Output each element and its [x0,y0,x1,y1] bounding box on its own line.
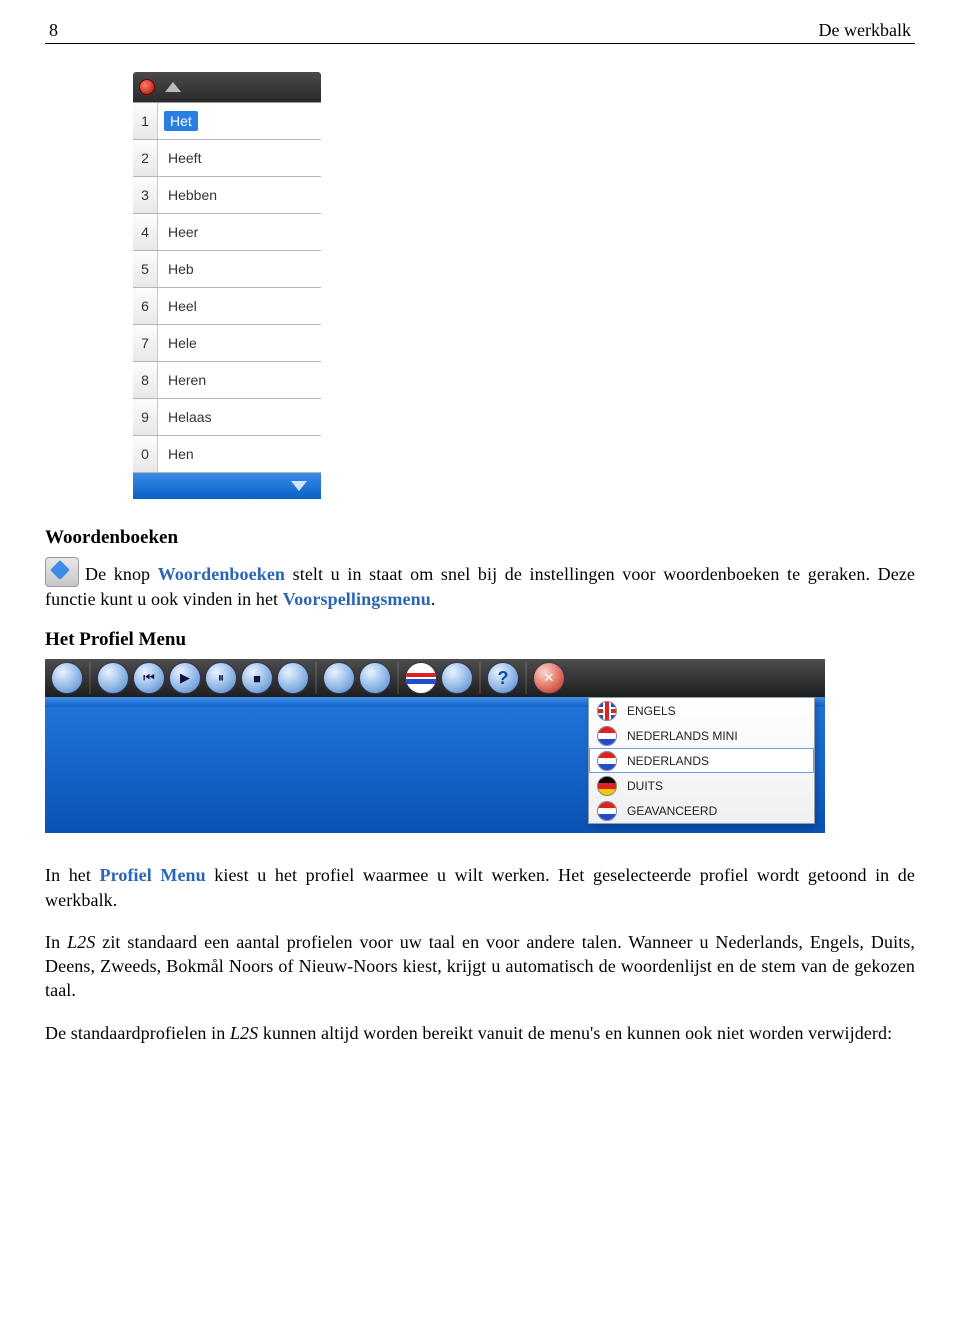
toolbar-button-close[interactable]: ✕ [533,662,565,694]
header-divider [45,43,915,44]
wordlist-row[interactable]: 9Helaas [133,399,321,436]
text: kunnen altijd worden bereikt vanuit de m… [258,1023,892,1043]
wordlist-number: 6 [133,288,158,324]
page-content: 8 De werkbalk 1Het2Heeft3Hebben4Heer5Heb… [0,0,960,1103]
wordlist-titlebar [133,72,321,102]
wordlist-word: Heren [158,362,321,398]
wordlist-rows: 1Het2Heeft3Hebben4Heer5Heb6Heel7Hele8Her… [133,102,321,473]
wordlist-number: 7 [133,325,158,361]
toolbar-divider [315,662,317,694]
text: In het [45,865,100,885]
profile-menu-item[interactable]: DUITS [589,773,814,798]
profile-menu-label: NEDERLANDS [627,754,709,768]
product-name: L2S [230,1023,258,1043]
profile-menu-label: NEDERLANDS MINI [627,729,738,743]
toolbar-button-prev[interactable]: ⏮ [133,662,165,694]
toolbar-button-power[interactable] [359,662,391,694]
wordlist-number: 4 [133,214,158,250]
flag-icon [597,801,617,821]
toolbar-button-settings[interactable] [441,662,473,694]
toolbar-button-stop[interactable]: ■ [241,662,273,694]
page-header: 8 De werkbalk [45,20,915,43]
paragraph-profiel-1: In het Profiel Menu kiest u het profiel … [45,863,915,912]
toolbar-divider [479,662,481,694]
toolbar-button-screen[interactable] [323,662,355,694]
wordlist-row[interactable]: 4Heer [133,214,321,251]
wordlist-word: Heel [158,288,321,324]
flag-icon [597,776,617,796]
toolbar-button-1[interactable] [51,662,83,694]
wordlist-word: Hen [158,436,321,472]
link-woordenboeken[interactable]: Woordenboeken [158,564,285,584]
paragraph-profiel-2: In L2S zit standaard een aantal profiele… [45,930,915,1003]
toolbar-divider [89,662,91,694]
link-voorspellingsmenu[interactable]: Voorspellingsmenu [283,589,431,609]
profile-menu-label: GEAVANCEERD [627,804,717,818]
text: De knop [85,564,158,584]
wordlist-row[interactable]: 8Heren [133,362,321,399]
word-prediction-screenshot: 1Het2Heeft3Hebben4Heer5Heb6Heel7Hele8Her… [133,72,321,499]
collapse-icon[interactable] [165,82,181,92]
wordlist-word: Heb [158,251,321,287]
profile-menu-item[interactable]: NEDERLANDS MINI [589,723,814,748]
wordlist-row[interactable]: 3Hebben [133,177,321,214]
product-name: L2S [67,932,95,952]
paragraph-profiel-3: De standaardprofielen in L2S kunnen alti… [45,1021,915,1045]
profile-menu-label: ENGELS [627,704,676,718]
toolbar-button-language[interactable] [405,662,437,694]
wordlist-number: 3 [133,177,158,213]
toolbar-divider [525,662,527,694]
profile-dropdown: ENGELS NEDERLANDS MINI NEDERLANDS DUITS GEAV… [588,697,815,824]
wordlist-word: Hebben [158,177,321,213]
wordlist-word: Het [158,103,321,139]
toolbar-button-pause[interactable]: ⏸ [205,662,237,694]
wordlist-word: Heeft [158,140,321,176]
chevron-down-icon[interactable] [291,481,307,491]
text: zit standaard een aantal profielen voor … [45,932,915,1001]
toolbar-button-play[interactable]: ▶ [169,662,201,694]
wordlist-row[interactable]: 6Heel [133,288,321,325]
section-heading-woordenboeken: Woordenboeken [45,527,915,549]
text: . [431,589,436,609]
flag-icon [597,701,617,721]
close-icon[interactable] [139,79,155,95]
flag-icon [597,751,617,771]
wordlist-row[interactable]: 5Heb [133,251,321,288]
section-heading-profielmenu: Het Profiel Menu [45,629,915,651]
wordlist-number: 1 [133,103,158,139]
text: In [45,932,67,952]
profile-menu-item[interactable]: GEAVANCEERD [589,798,814,823]
wordlist-number: 5 [133,251,158,287]
wordlist-row[interactable]: 1Het [133,103,321,140]
wordlist-word: Helaas [158,399,321,435]
profile-menu-label: DUITS [627,779,663,793]
wordlist-row[interactable]: 2Heeft [133,140,321,177]
page-number: 8 [49,20,58,41]
link-profiel-menu[interactable]: Profiel Menu [100,865,206,885]
profile-menu-screenshot: ⏮ ▶ ⏸ ■ ? ✕ ENGELS NEDERLANDS MINI NEDERLA… [45,659,825,833]
text: De standaardprofielen in [45,1023,230,1043]
profile-menu-item[interactable]: NEDERLANDS [589,748,814,773]
dictionaries-icon[interactable] [45,557,79,587]
wordlist-row[interactable]: 7Hele [133,325,321,362]
toolbar-divider [397,662,399,694]
wordlist-number: 2 [133,140,158,176]
toolbar-button-help[interactable]: ? [487,662,519,694]
toolbar-button-speak[interactable] [97,662,129,694]
toolbar-button-next[interactable] [277,662,309,694]
profile-menu-item[interactable]: ENGELS [589,698,814,723]
toolbar: ⏮ ▶ ⏸ ■ ? ✕ [45,659,825,697]
wordlist-number: 9 [133,399,158,435]
wordlist-word: Hele [158,325,321,361]
wordlist-number: 0 [133,436,158,472]
page-title: De werkbalk [819,20,911,41]
wordlist-number: 8 [133,362,158,398]
wordlist-word: Heer [158,214,321,250]
paragraph-woordenboeken: De knop Woordenboeken stelt u in staat o… [45,557,915,611]
wordlist-row[interactable]: 0Hen [133,436,321,473]
wordlist-footer [133,473,321,499]
flag-icon [597,726,617,746]
